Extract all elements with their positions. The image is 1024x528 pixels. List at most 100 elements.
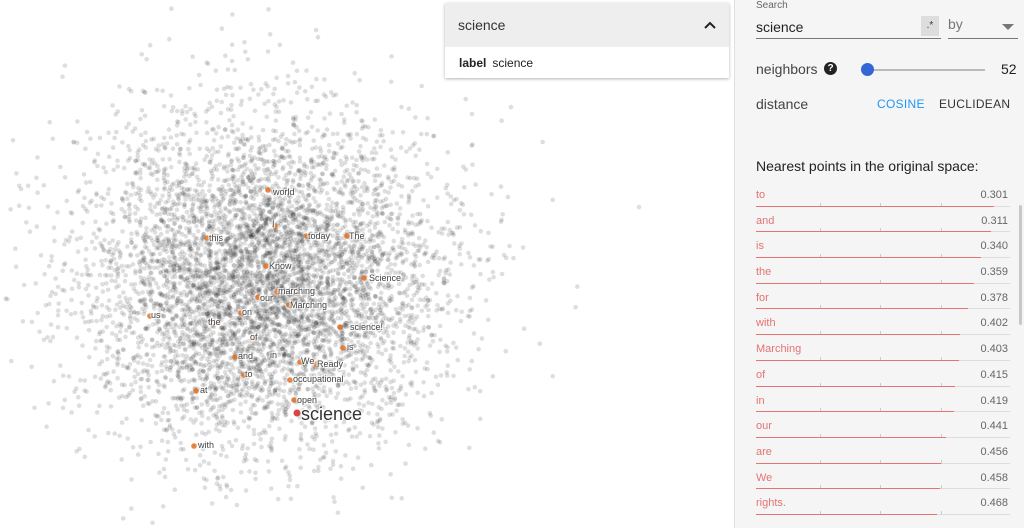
point-label: our — [260, 293, 274, 303]
nearest-point-distance: 0.403 — [980, 343, 1008, 356]
axis-tick — [941, 485, 943, 490]
point-label: I — [272, 219, 275, 229]
nearest-points-list: to 0.301 and 0.311 is 0.340 the 0.359 for 0.378 wi… — [756, 184, 1010, 518]
point-label: science! — [350, 322, 384, 332]
nearest-point-word: and — [756, 214, 775, 227]
point-label: the — [208, 317, 221, 327]
point-label: on — [242, 307, 253, 317]
point-label: to — [245, 369, 253, 379]
nearest-point-row[interactable]: are 0.456 — [756, 441, 1010, 467]
search-result-item[interactable]: label science — [445, 47, 729, 79]
nearest-point-row[interactable]: to 0.301 — [756, 184, 1010, 210]
selected-point-label: science — [301, 404, 363, 424]
nearest-point-row[interactable]: Marching 0.403 — [756, 338, 1010, 364]
nearest-point-distance: 0.311 — [981, 214, 1008, 227]
search-by-select[interactable]: by — [948, 16, 1018, 39]
nearest-point-word: are — [756, 445, 772, 458]
chevron-up-icon[interactable] — [703, 17, 717, 33]
nearest-point-word: to — [756, 189, 766, 201]
nearest-point-distance: 0.340 — [980, 240, 1008, 253]
nearest-point-distance: 0.419 — [980, 394, 1008, 407]
neighbors-slider-thumb[interactable] — [861, 63, 874, 76]
nearest-point-row[interactable]: for 0.378 — [756, 287, 1010, 313]
distance-bar — [756, 359, 960, 361]
distance-bar — [756, 334, 960, 336]
search-input[interactable] — [756, 16, 941, 39]
search-result-title: science — [458, 17, 506, 33]
neighbors-label: neighbors — [756, 61, 818, 77]
dropdown-arrow-icon — [1002, 24, 1014, 30]
nearest-point-distance: 0.468 — [980, 497, 1008, 510]
nearest-points-title: Nearest points in the original space: — [756, 158, 979, 174]
point-label: marching — [278, 286, 316, 296]
nearest-point-row[interactable]: of 0.415 — [756, 364, 1010, 390]
search-result-header[interactable]: science — [445, 3, 729, 47]
regex-toggle-button[interactable]: .* — [921, 16, 939, 36]
distance-bar — [756, 462, 942, 464]
distance-bar — [756, 411, 954, 413]
nearest-point-word: for — [756, 291, 769, 304]
point-label: is — [347, 342, 354, 352]
nearest-point-row[interactable]: with 0.402 — [756, 312, 1010, 338]
nearest-point-distance: 0.402 — [980, 317, 1008, 330]
point-label: occupational — [293, 374, 344, 384]
point-label: of — [250, 332, 258, 342]
nearest-point-distance: 0.456 — [980, 445, 1008, 458]
point-label: Ready — [317, 359, 344, 369]
nearest-point-distance: 0.441 — [980, 420, 1008, 433]
search-result-card: science label science — [445, 3, 729, 78]
inspector-panel: Search .* by neighbors ? 52 distance COS… — [734, 0, 1024, 528]
nearest-point-distance: 0.415 — [980, 368, 1008, 381]
point-label: with — [198, 440, 215, 450]
distance-bar — [756, 231, 991, 233]
distance-bar — [756, 257, 981, 259]
nearest-point-word: the — [756, 266, 772, 279]
point-label: Marching — [290, 300, 328, 310]
nearest-point-word: Marching — [756, 343, 802, 356]
nearest-point-word: is — [756, 240, 764, 253]
nearest-point-distance: 0.458 — [980, 471, 1008, 484]
nearest-point-word: We — [756, 471, 773, 484]
nearest-point-row[interactable]: is 0.340 — [756, 235, 1010, 261]
nearest-point-word: in — [756, 394, 765, 407]
point-label: today — [308, 231, 331, 241]
point-label: us — [151, 310, 161, 320]
nearest-point-row[interactable]: rights. 0.468 — [756, 492, 1010, 518]
search-by-value: by — [948, 16, 963, 32]
neighbors-slider[interactable] — [867, 69, 985, 71]
nearest-point-row[interactable]: We 0.458 — [756, 467, 1010, 493]
cosine-button[interactable]: COSINE — [877, 97, 925, 111]
euclidean-button[interactable]: EUCLIDEAN — [939, 97, 1010, 111]
nearest-point-word: our — [756, 420, 772, 433]
distance-bar — [756, 282, 975, 284]
axis-tick — [941, 510, 943, 515]
distance-bar — [756, 488, 941, 490]
nearest-point-row[interactable]: and 0.311 — [756, 210, 1010, 236]
distance-bar — [756, 385, 956, 387]
point-label: at — [200, 385, 208, 395]
projection-canvas[interactable]: world I this today The Know Science our … — [0, 0, 734, 528]
nearest-point-row[interactable]: the 0.359 — [756, 261, 1010, 287]
nearest-point-row[interactable]: in 0.419 — [756, 390, 1010, 416]
nearest-point-word: rights. — [756, 497, 786, 510]
distance-bar — [756, 513, 938, 515]
nearest-list-scrollbar[interactable] — [1019, 205, 1022, 325]
point-label: in — [270, 350, 278, 360]
nearest-point-distance: 0.359 — [980, 266, 1008, 279]
nearest-point-word: of — [756, 368, 766, 381]
distance-bar — [756, 436, 947, 438]
label-value: science — [492, 56, 534, 70]
label-key: label — [459, 56, 487, 70]
nearest-point-row[interactable]: our 0.441 — [756, 415, 1010, 441]
point-cloud[interactable] — [0, 0, 734, 528]
point-label: Know — [269, 261, 292, 271]
neighbors-value: 52 — [1001, 61, 1017, 77]
point-label: world — [273, 187, 295, 197]
distance-bar — [756, 308, 968, 310]
nearest-point-distance: 0.301 — [980, 189, 1008, 201]
help-icon[interactable]: ? — [824, 62, 837, 75]
nearest-point-distance: 0.378 — [980, 291, 1008, 304]
point-label: The — [349, 231, 365, 241]
nearest-point-word: with — [756, 317, 776, 330]
point-label: and — [238, 351, 254, 361]
